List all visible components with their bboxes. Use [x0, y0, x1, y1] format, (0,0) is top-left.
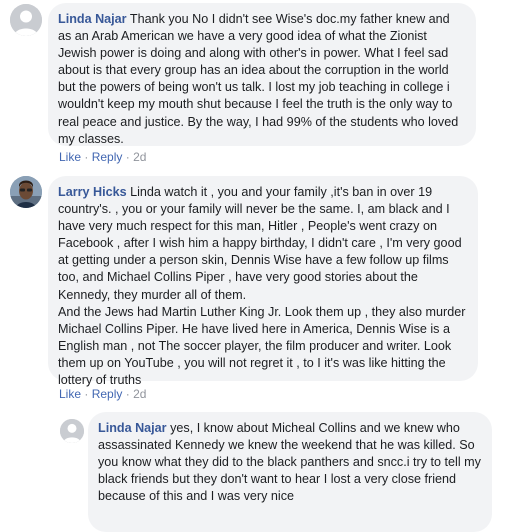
comment-bubble: Linda Najar Thank you No I didn't see Wi…: [48, 3, 476, 146]
default-avatar-icon[interactable]: [10, 4, 42, 36]
reply-link[interactable]: Reply: [92, 387, 123, 401]
timestamp[interactable]: 2d: [133, 150, 146, 164]
default-avatar-icon[interactable]: [60, 419, 84, 443]
comment-author[interactable]: Larry Hicks: [58, 185, 127, 199]
like-link[interactable]: Like: [59, 387, 81, 401]
separator: ·: [125, 150, 130, 164]
separator: ·: [84, 387, 89, 401]
comment-bubble: Larry Hicks Linda watch it , you and you…: [48, 176, 478, 387]
timestamp[interactable]: 2d: [133, 387, 146, 401]
comment-author[interactable]: Linda Najar: [98, 421, 167, 435]
user-photo-avatar[interactable]: [10, 176, 42, 208]
comment-actions: Like · Reply · 2d: [59, 387, 146, 401]
separator: ·: [125, 387, 130, 401]
separator: ·: [84, 150, 89, 164]
comment-actions: Like · Reply · 2d: [59, 150, 146, 164]
comment-text: Linda watch it , you and your family ,it…: [58, 185, 466, 388]
reply-link[interactable]: Reply: [92, 150, 123, 164]
comment-text: Thank you No I didn't see Wise's doc.my …: [58, 12, 459, 146]
comment-bubble: Linda Najar yes, I know about Micheal Co…: [88, 412, 492, 532]
comment-author[interactable]: Linda Najar: [58, 12, 127, 26]
like-link[interactable]: Like: [59, 150, 81, 164]
